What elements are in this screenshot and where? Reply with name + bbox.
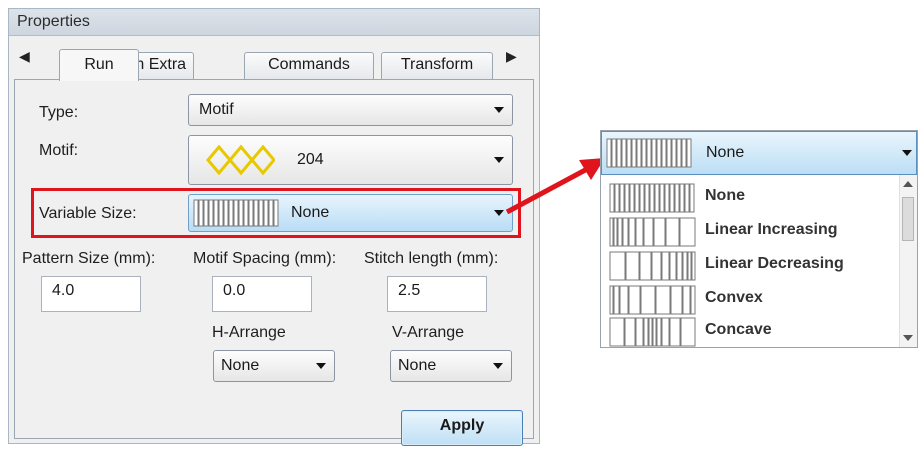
tab-run[interactable]: Run xyxy=(59,49,139,81)
variable-size-pattern-icon xyxy=(606,138,692,168)
motif-pattern-icon xyxy=(206,144,275,176)
pattern-linear-decreasing-icon xyxy=(609,251,696,281)
dropdown-option-concave[interactable]: Concave xyxy=(601,315,901,348)
dropdown-selected-row[interactable]: None xyxy=(601,131,917,175)
dropdown-arrow-icon xyxy=(316,363,326,369)
apply-button[interactable]: Apply xyxy=(401,410,523,446)
scroll-thumb[interactable] xyxy=(902,197,914,241)
pattern-linear-increasing-icon xyxy=(609,217,696,247)
dropdown-option-label: None xyxy=(705,187,745,204)
dropdown-option-linear-decreasing[interactable]: Linear Decreasing xyxy=(601,249,901,282)
dropdown-option-label: Linear Increasing xyxy=(705,221,838,238)
dropdown-option-label: Linear Decreasing xyxy=(705,255,844,272)
type-label: Type: xyxy=(39,104,79,121)
v-arrange-label: V-Arrange xyxy=(392,324,465,341)
v-arrange-select[interactable]: None xyxy=(390,350,512,382)
motif-select[interactable]: 204 xyxy=(188,135,513,185)
pattern-concave-icon xyxy=(609,317,696,347)
pattern-size-label: Pattern Size (mm): xyxy=(22,250,156,267)
h-arrange-value: None xyxy=(221,357,260,374)
h-arrange-label: H-Arrange xyxy=(212,324,286,341)
dropdown-option-convex[interactable]: Convex xyxy=(601,283,901,316)
motif-spacing-input[interactable]: 0.0 xyxy=(212,276,312,312)
dropdown-scrollbar[interactable] xyxy=(899,175,917,347)
dropdown-option-label: Convex xyxy=(705,289,763,306)
type-select-value: Motif xyxy=(199,101,234,118)
highlight-box xyxy=(31,188,521,238)
stitch-length-input[interactable]: 2.5 xyxy=(387,276,487,312)
v-arrange-value: None xyxy=(398,357,437,374)
dropdown-option-label: Concave xyxy=(705,321,772,338)
pattern-convex-icon xyxy=(609,285,696,315)
tab-transform[interactable]: Transform xyxy=(381,52,493,79)
pattern-none-icon xyxy=(609,183,695,213)
motif-select-value: 204 xyxy=(297,151,324,168)
dropdown-option-none[interactable]: None xyxy=(601,181,901,214)
tab-scroll-left-icon[interactable]: ◀ xyxy=(19,48,30,65)
panel-title: Properties xyxy=(9,9,539,36)
variable-size-dropdown-list[interactable]: None None Linear Increasing Linear Decre… xyxy=(600,130,918,348)
scroll-up-icon[interactable] xyxy=(903,181,913,187)
tab-commands[interactable]: Commands xyxy=(244,52,374,79)
type-select[interactable]: Motif xyxy=(188,94,513,126)
stitch-length-label: Stitch length (mm): xyxy=(364,250,499,267)
tab-scroll-right-icon[interactable]: ▶ xyxy=(506,48,517,65)
pattern-size-input[interactable]: 4.0 xyxy=(41,276,141,312)
dropdown-option-linear-increasing[interactable]: Linear Increasing xyxy=(601,215,901,248)
callout-arrow-icon xyxy=(505,158,605,215)
properties-panel: Properties ◀ Run Extra Commands Transfor… xyxy=(8,8,540,446)
motif-spacing-label: Motif Spacing (mm): xyxy=(193,250,337,267)
dropdown-arrow-icon[interactable] xyxy=(902,150,912,156)
dropdown-arrow-icon xyxy=(494,107,504,113)
scroll-down-icon[interactable] xyxy=(903,335,913,341)
dropdown-arrow-icon xyxy=(494,157,504,163)
dropdown-selected-value: None xyxy=(706,144,745,161)
run-tab-content: Type: Motif Motif: 204 Variable Size: No… xyxy=(14,79,534,446)
motif-label: Motif: xyxy=(39,142,79,159)
h-arrange-select[interactable]: None xyxy=(213,350,335,382)
dropdown-arrow-icon xyxy=(493,363,503,369)
tab-strip: ◀ Run Extra Commands Transform Run ▶ xyxy=(9,36,539,81)
